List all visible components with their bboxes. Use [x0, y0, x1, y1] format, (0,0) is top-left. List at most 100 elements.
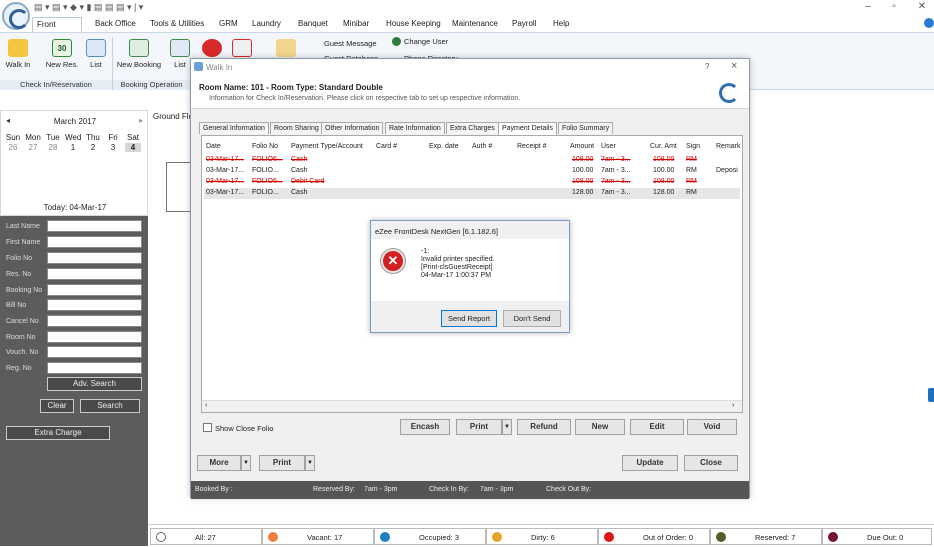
col-folio-no[interactable]: Folio No [252, 143, 278, 150]
new-reservation-button[interactable]: 30 New Res. [44, 39, 80, 69]
tab-help[interactable]: Help [549, 17, 573, 32]
help-icon[interactable] [924, 18, 934, 28]
reservation-list-button[interactable]: List [86, 39, 106, 69]
close-button[interactable]: Close [684, 455, 738, 471]
new-booking-button[interactable]: New Booking [116, 39, 162, 69]
tab-rate-information[interactable]: Rate Information [385, 122, 445, 134]
tab-back-office[interactable]: Back Office [91, 17, 140, 32]
tab-general-information[interactable]: General Information [199, 122, 269, 134]
room-no-input[interactable] [47, 331, 142, 343]
tab-payment-details[interactable]: Payment Details [498, 122, 557, 135]
search-button[interactable]: Search [80, 399, 140, 413]
last-name-input[interactable] [47, 220, 142, 232]
adv-search-button[interactable]: Adv. Search [47, 377, 142, 391]
col-auth[interactable]: Auth # [472, 143, 492, 150]
col-date[interactable]: Date [206, 143, 221, 150]
dialog-help-button[interactable]: ? [705, 62, 709, 71]
guest-message-button[interactable]: Guest Message [324, 39, 377, 48]
status-out-of-order[interactable]: Out of Order: 0 [598, 528, 710, 545]
booking-list-button[interactable]: List [168, 39, 192, 69]
tab-folio-summary[interactable]: Folio Summary [558, 122, 614, 134]
calendar-date[interactable]: 2 [85, 143, 101, 152]
table-row[interactable]: 03-Mar-17... FOLIO6... Cash 108.00 7am -… [204, 155, 740, 166]
horizontal-scrollbar[interactable]: ‹ › [202, 400, 742, 412]
print-dropdown-icon[interactable]: ▼ [502, 419, 512, 435]
calendar-date[interactable]: 3 [105, 143, 121, 152]
dialog-close-button[interactable]: × [731, 60, 737, 72]
folio-no-input[interactable] [47, 252, 142, 264]
table-row[interactable]: 03-Mar-17... FOLIO6... Debit Card 108.00… [204, 177, 740, 188]
room-tile[interactable] [166, 162, 192, 212]
tab-grm[interactable]: GRM [215, 17, 242, 32]
status-vacant[interactable]: Vacant: 17 [262, 528, 374, 545]
status-dirty[interactable]: Dirty: 6 [486, 528, 598, 545]
first-name-input[interactable] [47, 236, 142, 248]
status-reserved[interactable]: Reserved: 7 [710, 528, 822, 545]
no-show-button[interactable] [232, 39, 252, 60]
col-user[interactable]: User [601, 143, 616, 150]
calendar-date[interactable]: 26 [5, 143, 21, 152]
calendar-date[interactable]: 28 [45, 143, 61, 152]
print-payment-button[interactable]: Print [456, 419, 502, 435]
tab-house-keeping[interactable]: House Keeping [382, 17, 445, 32]
edit-payment-button[interactable]: Edit [630, 419, 684, 435]
void-button[interactable]: Void [687, 419, 737, 435]
side-panel-icon[interactable] [928, 388, 934, 402]
minimize-icon[interactable]: – [858, 1, 878, 12]
status-all[interactable]: All: 27 [150, 528, 262, 545]
new-payment-button[interactable]: New [575, 419, 625, 435]
col-receipt[interactable]: Receipt # [517, 143, 547, 150]
restore-icon[interactable]: ▫ [884, 1, 904, 12]
bill-no-input[interactable] [47, 299, 142, 311]
quick-access-toolbar[interactable]: ▤ ▾ ▤ ▾ ◆ ▾ ▮ ▤ ▤ ▤ ▾ | ▾ [34, 2, 143, 13]
col-amount[interactable]: Amount [570, 143, 594, 150]
status-due-out[interactable]: Due Out: 0 [822, 528, 932, 545]
more-dropdown-icon[interactable]: ▼ [241, 455, 251, 471]
extra-charge-button[interactable]: Extra Charge [6, 426, 110, 440]
tab-laundry[interactable]: Laundry [248, 17, 285, 32]
send-report-button[interactable]: Send Report [441, 310, 497, 327]
encash-button[interactable]: Encash [400, 419, 450, 435]
dont-send-button[interactable]: Don't Send [503, 310, 561, 327]
voucher-no-input[interactable] [47, 346, 142, 358]
tab-payroll[interactable]: Payroll [508, 17, 540, 32]
col-payment-type[interactable]: Payment Type/Account [291, 143, 363, 150]
res-no-input[interactable] [47, 268, 142, 280]
cancel-no-input[interactable] [47, 315, 142, 327]
refund-button[interactable]: Refund [517, 419, 571, 435]
change-user-button[interactable]: Change User [404, 37, 448, 46]
reg-no-input[interactable] [47, 362, 142, 374]
scroll-left-icon[interactable]: ‹ [205, 402, 207, 409]
table-row-selected[interactable]: 03-Mar-17... FOLIO... Cash 128.00 7am - … [204, 188, 740, 199]
today-label[interactable]: Today: 04-Mar-17 [1, 203, 149, 212]
cancel-button[interactable] [202, 39, 222, 60]
col-remark[interactable]: Remark [716, 143, 741, 150]
tab-banquet[interactable]: Banquet [294, 17, 332, 32]
close-icon[interactable]: ✕ [912, 1, 932, 12]
update-button[interactable]: Update [622, 455, 678, 471]
tab-maintenance[interactable]: Maintenance [448, 17, 502, 32]
tab-ground-floor[interactable]: Ground Flo [153, 112, 193, 121]
col-exp-date[interactable]: Exp. date [429, 143, 459, 150]
tab-room-sharing[interactable]: Room Sharing [270, 122, 323, 134]
booking-no-input[interactable] [47, 284, 142, 296]
app-logo-icon[interactable] [2, 2, 30, 30]
scroll-right-icon[interactable]: › [732, 402, 734, 409]
status-occupied[interactable]: Occupied: 3 [374, 528, 486, 545]
clear-button[interactable]: Clear [40, 399, 74, 413]
tools-button[interactable] [276, 39, 296, 60]
tab-tools-utilities[interactable]: Tools & Utilities [146, 17, 208, 32]
tab-extra-charges[interactable]: Extra Charges [446, 122, 499, 134]
show-close-folio-checkbox[interactable] [203, 423, 212, 432]
more-button[interactable]: More [197, 455, 241, 471]
col-card[interactable]: Card # [376, 143, 397, 150]
walk-in-button[interactable]: Walk In [3, 39, 33, 69]
tab-other-information[interactable]: Other Information [321, 122, 384, 134]
tab-front-office[interactable]: Front Office [32, 17, 82, 43]
col-sign[interactable]: Sign [686, 143, 700, 150]
table-row[interactable]: 03-Mar-17... FOLIO... Cash 100.00 7am - … [204, 166, 740, 177]
tab-minibar[interactable]: Minibar [339, 17, 373, 32]
calendar-date-selected[interactable]: 4 [125, 143, 141, 152]
print-button[interactable]: Print [259, 455, 305, 471]
print-menu-dropdown-icon[interactable]: ▼ [305, 455, 315, 471]
